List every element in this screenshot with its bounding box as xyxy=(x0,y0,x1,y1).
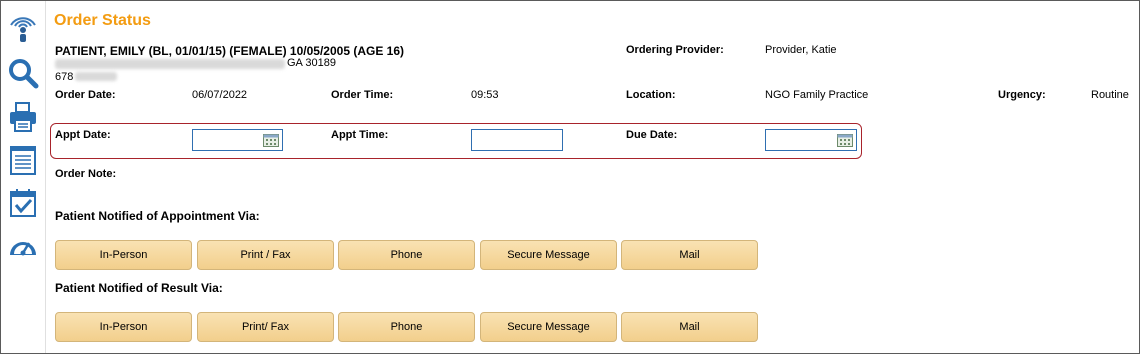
urgency-value: Routine xyxy=(1091,89,1129,101)
sidebar xyxy=(1,1,45,353)
result-notify-phone-button[interactable]: Phone xyxy=(338,312,475,342)
appointment-fields-group xyxy=(50,123,862,159)
ordering-provider-value: Provider, Katie xyxy=(765,44,837,56)
order-note-label: Order Note: xyxy=(55,168,117,180)
patient-address-tail: GA 30189 xyxy=(287,57,336,69)
order-date-label: Order Date: xyxy=(55,89,116,101)
ordering-provider-label: Ordering Provider: xyxy=(626,44,724,56)
speedometer-icon[interactable] xyxy=(7,231,39,263)
appt-notify-mail-button[interactable]: Mail xyxy=(621,240,758,270)
result-notify-mail-button[interactable]: Mail xyxy=(621,312,758,342)
appointment-notified-heading: Patient Notified of Appointment Via: xyxy=(55,209,260,223)
appt-notify-in-person-button[interactable]: In-Person xyxy=(55,240,192,270)
appt-date-input[interactable] xyxy=(192,129,283,151)
due-date-label: Due Date: xyxy=(626,129,678,141)
location-value: NGO Family Practice xyxy=(765,89,869,101)
order-date-value: 06/07/2022 xyxy=(192,89,248,101)
calendar-picker-icon[interactable] xyxy=(263,134,279,147)
result-notified-heading: Patient Notified of Result Via: xyxy=(55,281,223,295)
redacted-phone xyxy=(75,72,117,81)
sidebar-divider xyxy=(45,1,46,353)
result-notify-secure-message-button[interactable]: Secure Message xyxy=(480,312,617,342)
result-notify-print-fax-button[interactable]: Print/ Fax xyxy=(197,312,334,342)
wireless-broadcast-icon[interactable] xyxy=(7,11,39,43)
magnifier-icon[interactable] xyxy=(7,57,39,89)
patient-name-line: PATIENT, EMILY (BL, 01/01/15) (FEMALE) 1… xyxy=(55,44,405,58)
order-time-label: Order Time: xyxy=(331,89,394,101)
appt-time-label: Appt Time: xyxy=(331,129,389,141)
page-title: Order Status xyxy=(54,12,151,29)
appt-notify-secure-message-button[interactable]: Secure Message xyxy=(480,240,617,270)
redacted-address xyxy=(55,59,285,69)
appt-time-input[interactable] xyxy=(471,129,563,151)
appt-notify-print-fax-button[interactable]: Print / Fax xyxy=(197,240,334,270)
printer-icon[interactable] xyxy=(7,101,39,133)
urgency-label: Urgency: xyxy=(998,89,1046,101)
order-status-panel: Order Status PATIENT, EMILY (BL, 01/01/1… xyxy=(0,0,1140,354)
appt-date-label: Appt Date: xyxy=(55,129,111,141)
order-time-value: 09:53 xyxy=(471,89,499,101)
appt-notify-phone-button[interactable]: Phone xyxy=(338,240,475,270)
patient-phone-prefix: 678 xyxy=(55,71,74,83)
due-date-input[interactable] xyxy=(765,129,857,151)
calendar-check-icon[interactable] xyxy=(7,187,39,219)
result-notify-in-person-button[interactable]: In-Person xyxy=(55,312,192,342)
calendar-picker-icon[interactable] xyxy=(837,134,853,147)
notepad-icon[interactable] xyxy=(7,144,39,176)
location-label: Location: xyxy=(626,89,676,101)
